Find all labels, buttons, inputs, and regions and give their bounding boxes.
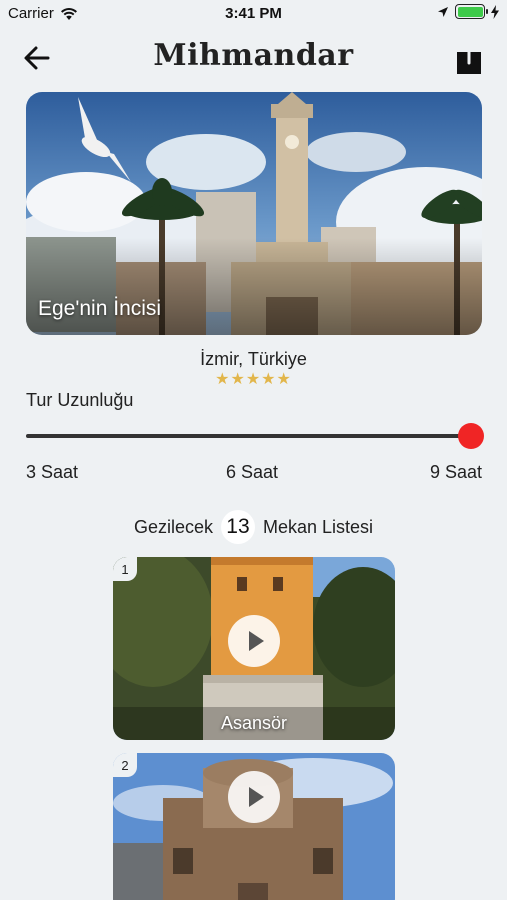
battery-icon — [455, 4, 488, 19]
place-index: 2 — [113, 753, 137, 777]
place-card[interactable]: 1 Asansör — [113, 557, 395, 740]
place-name: Asansör — [220, 713, 288, 733]
city-name: İzmir, Türkiye — [200, 349, 307, 369]
places-list-header: Gezilecek 13 Mekan Listesi — [0, 510, 507, 544]
app-logo-title: Mihmandar — [153, 38, 354, 73]
hero-caption: Ege'nin İncisi — [38, 297, 162, 320]
place-card[interactable]: 2 — [113, 753, 395, 900]
nav-bar: Mihmandar — [0, 30, 507, 86]
tour-length-label: Tur Uzunluğu — [26, 390, 134, 410]
places-suffix: Mekan Listesi — [262, 516, 374, 537]
play-video-button[interactable] — [228, 614, 280, 667]
places-prefix: Gezilecek — [133, 516, 213, 537]
slider-min-label: 3 Saat — [26, 462, 79, 482]
status-right — [437, 4, 499, 19]
places-count-badge: 13 — [220, 510, 255, 544]
slider-track[interactable] — [26, 434, 470, 438]
hero-image: Ege'nin İncisi — [26, 92, 482, 335]
status-time: 3:41 PM — [225, 5, 282, 22]
arrow-left-icon — [24, 46, 50, 70]
slider-mid-label: 6 Saat — [226, 462, 279, 482]
tour-length-slider[interactable] — [26, 422, 484, 450]
location-arrow-icon — [438, 6, 448, 17]
back-button[interactable] — [20, 40, 56, 76]
slider-thumb[interactable] — [458, 423, 484, 449]
battery-fill — [457, 6, 483, 17]
rating-stars: ★★★★★ — [215, 371, 292, 388]
charging-bolt-icon — [491, 4, 499, 19]
share-icon — [457, 42, 481, 74]
status-bar: Carrier 3:41 PM — [0, 0, 507, 28]
play-video-button[interactable] — [228, 771, 280, 823]
place-index: 1 — [113, 557, 137, 581]
share-button[interactable] — [453, 40, 485, 76]
slider-max-label: 9 Saat — [429, 462, 482, 482]
